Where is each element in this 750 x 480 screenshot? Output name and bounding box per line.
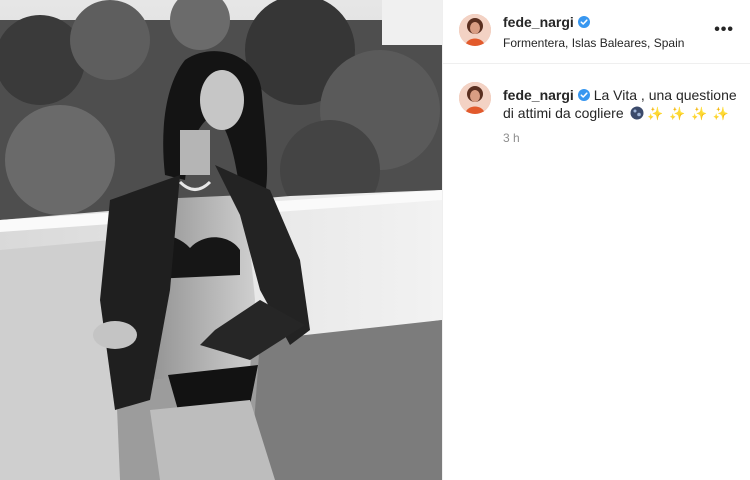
post-timestamp[interactable]: 3 h <box>503 131 520 145</box>
more-options-icon[interactable]: ••• <box>714 22 734 38</box>
header-text: fede_nargi Formentera, Islas Baleares, S… <box>503 14 684 50</box>
caption-verified-badge-icon <box>577 87 590 101</box>
post-photo-image <box>0 0 442 480</box>
post-caption: fede_nargi La Vita , una questione di at… <box>503 86 739 123</box>
globe-emoji-icon <box>630 106 644 120</box>
post-header: fede_nargi Formentera, Islas Baleares, S… <box>443 0 750 64</box>
caption-avatar-image <box>459 82 491 114</box>
verified-badge-icon <box>577 15 590 28</box>
header-username-row: fede_nargi <box>503 14 684 32</box>
post-location[interactable]: Formentera, Islas Baleares, Spain <box>503 36 684 50</box>
sparkles-emoji-icon: ✨ ✨ ✨ ✨ <box>647 106 730 121</box>
instagram-post: fede_nargi Formentera, Islas Baleares, S… <box>0 0 750 480</box>
post-photo[interactable] <box>0 0 442 480</box>
author-avatar-image <box>459 14 491 46</box>
post-side-panel: fede_nargi Formentera, Islas Baleares, S… <box>442 0 750 480</box>
caption-username[interactable]: fede_nargi <box>503 87 574 103</box>
author-username[interactable]: fede_nargi <box>503 14 574 30</box>
caption-author-avatar[interactable] <box>459 82 491 114</box>
author-avatar[interactable] <box>459 14 491 46</box>
